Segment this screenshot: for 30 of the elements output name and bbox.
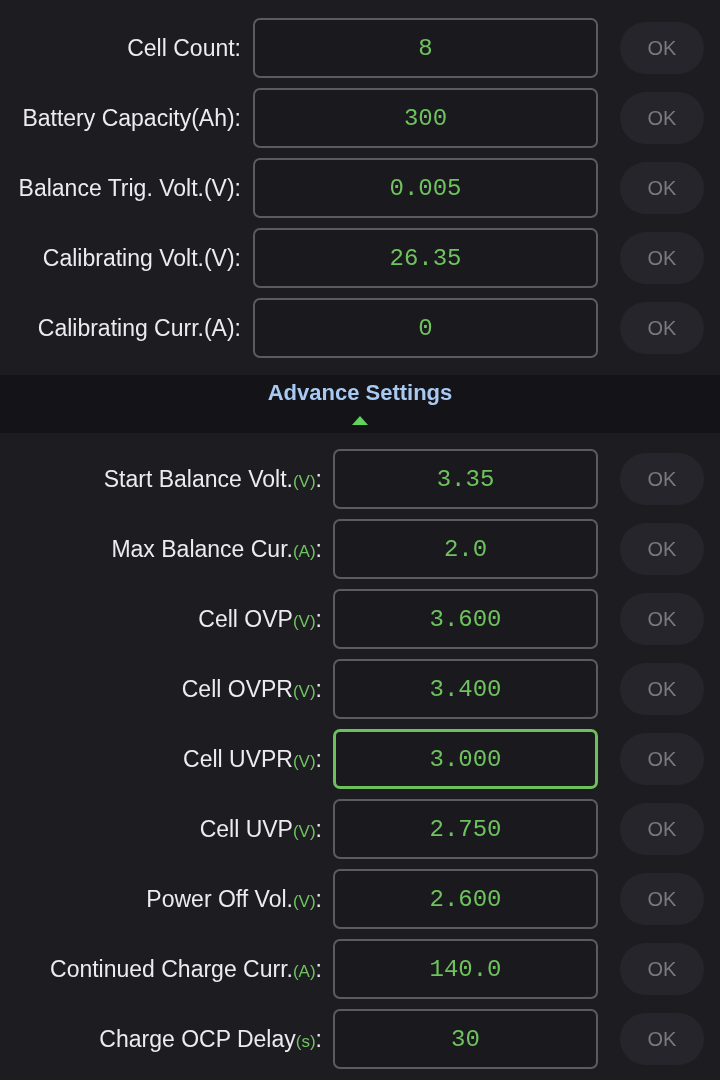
value-field[interactable]: 26.35 — [253, 228, 598, 288]
value-field[interactable]: 0.005 — [253, 158, 598, 218]
value-field[interactable]: 3.600 — [333, 589, 598, 649]
value-field[interactable]: 2.600 — [333, 869, 598, 929]
value-field[interactable]: 0 — [253, 298, 598, 358]
section-header-bar[interactable]: Advance Settings — [0, 375, 720, 433]
value-field[interactable]: 3.000 — [333, 729, 598, 789]
setting-label: Cell OVPR(V): — [181, 675, 322, 702]
setting-label: Max Balance Cur.(A): — [111, 535, 322, 562]
setting-label: Continued Charge Curr.(A): — [50, 955, 322, 982]
section-title: Advance Settings — [267, 379, 453, 407]
setting-label: Calibrating Volt.(V): — [42, 244, 241, 271]
setting-label: Start Balance Volt.(V): — [103, 465, 322, 492]
value-field[interactable]: 3.35 — [333, 449, 598, 509]
setting-label: Cell Count: — [127, 34, 241, 61]
setting-label: Power Off Vol.(V): — [146, 885, 322, 912]
value-field[interactable]: 2.0 — [333, 519, 598, 579]
setting-label: Battery Capacity(Ah): — [22, 104, 241, 131]
value-field[interactable]: 140.0 — [333, 939, 598, 999]
value-field[interactable]: 30 — [333, 1009, 598, 1069]
value-field[interactable]: 3.400 — [333, 659, 598, 719]
value-field[interactable]: 8 — [253, 18, 598, 78]
value-field[interactable]: 2.750 — [333, 799, 598, 859]
setting-label: Cell OVP(V): — [198, 605, 322, 632]
value-field[interactable]: 300 — [253, 88, 598, 148]
setting-label: Calibrating Curr.(A): — [37, 314, 241, 341]
setting-label: Cell UVPR(V): — [183, 745, 322, 772]
setting-label: Cell UVP(V): — [199, 815, 322, 842]
setting-label: Charge OCP Delay(s): — [99, 1025, 322, 1052]
setting-label: Balance Trig. Volt.(V): — [18, 174, 241, 201]
